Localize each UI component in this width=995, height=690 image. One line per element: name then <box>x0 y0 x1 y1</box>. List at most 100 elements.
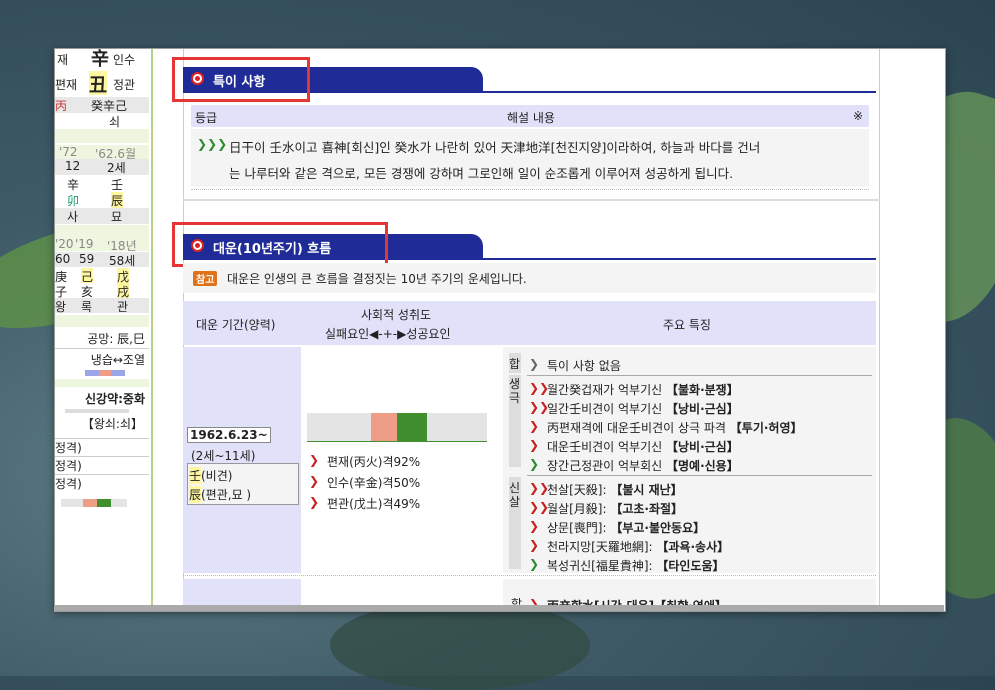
label: 편재 <box>55 78 78 92</box>
stem-char: 辛 <box>91 49 109 70</box>
gongmang: 공망: 辰,巳 <box>55 330 149 349</box>
column-social: 사회적 성취도 <box>361 308 432 322</box>
divider <box>527 475 872 476</box>
left-row-3: 丙 癸辛己 <box>55 97 149 113</box>
special-text-line: 日干이 壬水이고 喜神[회신]인 癸水가 나란히 있어 天津地洋[천진지양]이라… <box>229 140 761 155</box>
label: 戊 <box>117 268 130 283</box>
label: '18년 <box>107 239 137 251</box>
special-item: ❯❯❯ 日干이 壬水이고 喜神[회신]인 癸水가 나란히 있어 天津地洋[천진지… <box>191 129 869 187</box>
gyeok-row: 정격) <box>55 438 149 456</box>
left-row-2: 편재 丑 정관 <box>55 71 149 95</box>
group-label: 신살 <box>509 481 521 509</box>
label: 정격) <box>55 477 82 491</box>
left-divider <box>55 225 149 237</box>
label: 정격) <box>55 441 82 455</box>
left-years-1: '72 '62.6월 <box>55 145 149 159</box>
label: 子 <box>55 285 68 298</box>
label: 냉습↔조열 <box>90 353 145 367</box>
label: 己 <box>81 268 94 283</box>
daewoon-table-header: 대운 기간(양력) 사회적 성취도 실패요인◀-+-▶성공요인 주요 특징 <box>183 301 876 345</box>
daewoon-date: 1962.6.23~ <box>187 427 271 443</box>
label: 묘 <box>111 210 123 224</box>
left-row-1: 재 辛 인수 <box>55 49 149 71</box>
daewoon-stem: 壬 <box>189 467 202 484</box>
chevron-right-icon: ❯ <box>529 557 540 571</box>
left-divider <box>55 315 149 327</box>
label: 정격) <box>55 459 82 473</box>
divider <box>191 189 869 190</box>
feature-item: 천살[天殺]: <box>547 483 611 497</box>
gyeok-item: 편재(丙火)격92% <box>327 455 421 469</box>
feature-item: 복성귀신[福星貴神]: <box>547 559 657 573</box>
chevron-right-icon: ❯ <box>309 474 320 488</box>
group-sinsal: 신살 <box>509 477 521 569</box>
column-description: 해설 내용 <box>507 111 555 125</box>
note-text: 대운은 인생의 큰 흐름을 결정짓는 10년 주기의 운세입니다. <box>227 272 527 286</box>
feature-item: 丙편재격에 대운壬비견이 상극 파격 <box>547 421 730 435</box>
label: 戌 <box>117 283 130 298</box>
gyeok-row: 정격) <box>55 474 149 492</box>
label: 卯 <box>67 194 80 208</box>
feature-item: 일간壬비견이 억부기신 <box>547 402 666 416</box>
gyeok-item: 인수(辛金)격50% <box>327 476 421 490</box>
strength-bar <box>65 409 129 413</box>
saju-left-panel: 재 辛 인수 편재 丑 정관 丙 癸辛己 쇠 '72 '62.6월 12 2세 … <box>55 49 153 611</box>
label: 정관 <box>113 78 136 92</box>
daewoon-stem-note: (비견) <box>201 469 233 483</box>
mini-gauge-green <box>97 499 111 507</box>
gyeok-row: 정격) <box>55 456 149 474</box>
label: 인수 <box>113 53 136 67</box>
chevron-right-icon: ❯ <box>529 538 540 552</box>
label: 관 <box>117 300 129 313</box>
ganji-box: 壬 (비견) 辰 (편관,묘 ) <box>187 463 299 505</box>
left-ages-1: 12 2세 <box>55 159 149 175</box>
horizontal-scrollbar[interactable] <box>54 605 944 611</box>
period-cell: 1962.6.23~ (2세~11세) 壬 (비견) 辰 (편관,묘 ) <box>183 347 301 573</box>
chevron-right-icon: ❯ <box>529 357 540 371</box>
branch-char: 丑 <box>89 71 107 95</box>
left-row-4: 쇠 <box>55 113 149 129</box>
label: 丙 <box>55 99 68 113</box>
label: 【왕쇠:쇠】 <box>81 417 143 431</box>
column-features: 주요 특징 <box>663 318 711 332</box>
left-state-2: 왕 록 관 <box>55 298 149 313</box>
gauge-success-segment <box>397 413 427 441</box>
feature-item: 특이 사항 없음 <box>547 359 621 373</box>
feature-item: 월간癸겁재가 억부기신 <box>547 383 666 397</box>
special-text-line: 는 나루터와 같은 격으로, 모든 경쟁에 강하며 그로인해 일이 순조롭게 이… <box>229 166 734 181</box>
column-border <box>879 49 880 611</box>
feature-item: 월살[月殺]: <box>547 502 611 516</box>
feature-item: 천라지망[天羅地網]: <box>547 540 657 554</box>
daewoon-branch-note: (편관,묘 ) <box>201 488 252 502</box>
label: 庚 <box>55 270 68 283</box>
wangsoe-label: 【왕쇠:쇠】 <box>55 415 149 433</box>
label: 공망: 辰,巳 <box>87 332 145 346</box>
special-table-header: 등급 해설 내용 ※ <box>191 105 869 127</box>
label: '72 <box>59 145 78 159</box>
feature-tag: 【부고·불안동요】 <box>610 521 706 535</box>
divider <box>183 199 880 201</box>
left-branch-2: 子 亥 戌 <box>55 283 149 298</box>
group-saeng: 생극 <box>509 375 521 467</box>
label: 癸辛己 <box>91 99 128 113</box>
feature-tag: 【명예·신용】 <box>666 459 739 473</box>
group-label: 생극 <box>509 377 521 405</box>
divider <box>527 375 872 376</box>
divider <box>183 575 876 576</box>
label: 왕 <box>55 300 67 313</box>
label: 辛 <box>67 178 80 192</box>
label: 60 <box>55 252 71 266</box>
temperature-label: 냉습↔조열 <box>55 351 149 369</box>
column-period: 대운 기간(양력) <box>196 318 276 332</box>
chevron-right-icon: ❯ <box>529 457 540 471</box>
chevron-right-icon: ❯ <box>529 519 540 533</box>
triple-chevron-right-icon: ❯❯❯ <box>197 137 228 151</box>
left-divider <box>55 379 149 387</box>
left-stem-1: 辛 壬 <box>55 176 149 192</box>
label: 58세 <box>109 254 136 267</box>
feature-tag: 【투기·허영】 <box>729 421 803 435</box>
label: 辰 <box>111 192 124 208</box>
highlight-box <box>172 222 388 267</box>
strength-label: 신강약:중화 <box>55 390 149 408</box>
daewoon-branch: 辰 <box>189 486 202 503</box>
